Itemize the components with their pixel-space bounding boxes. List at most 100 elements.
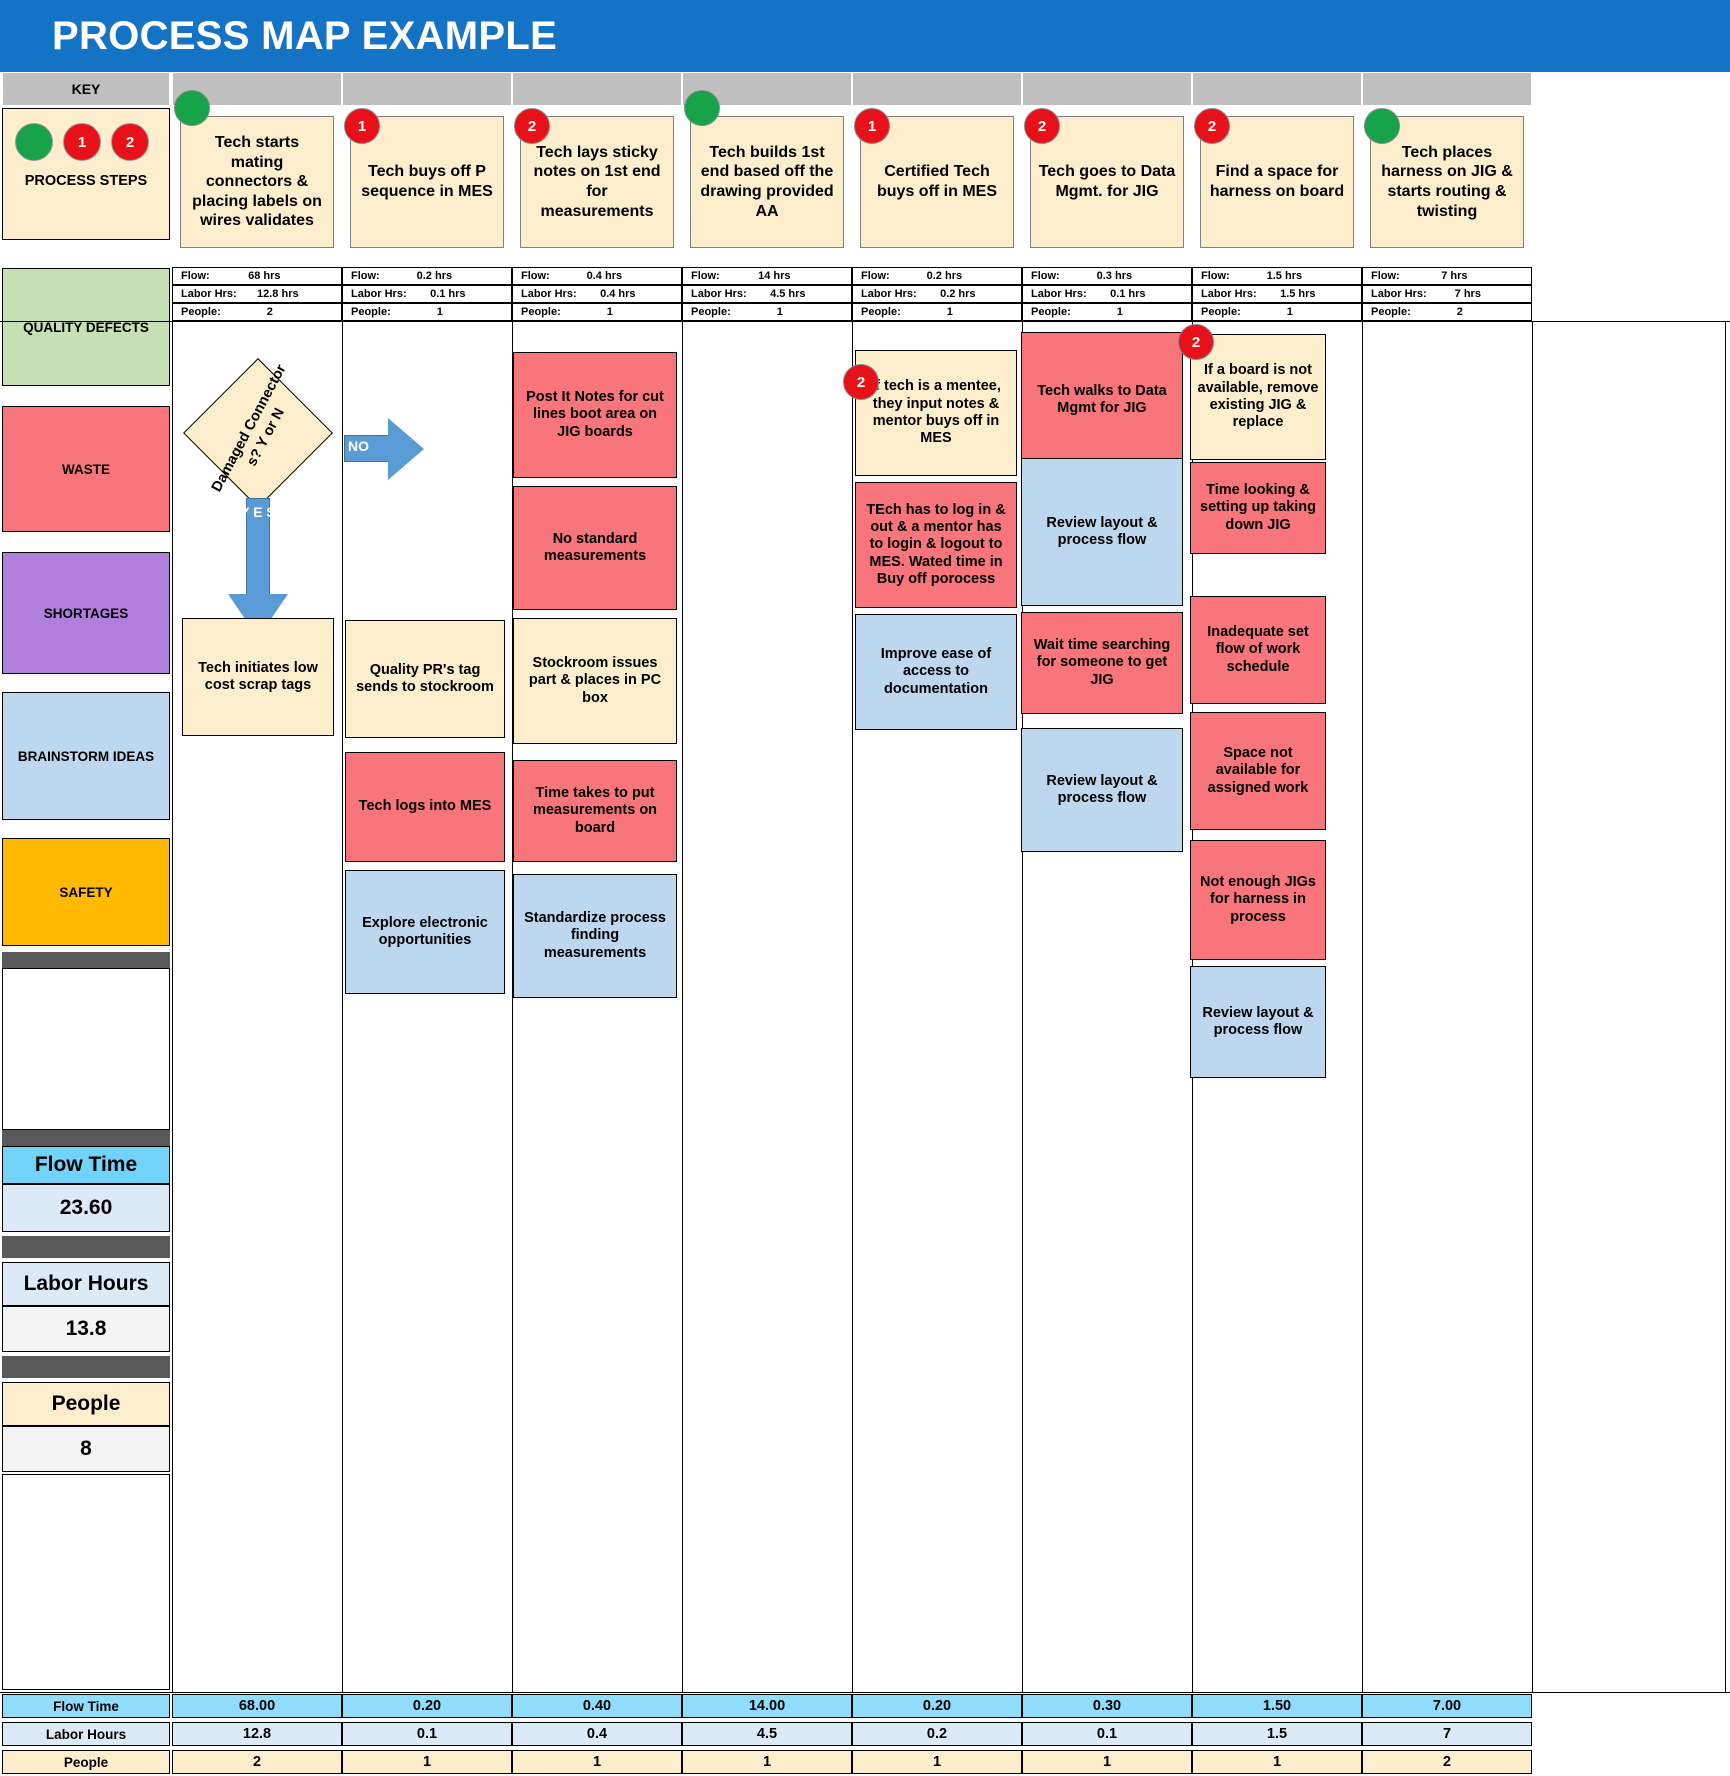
metric-value: 1.5 hrs xyxy=(1266,270,1303,282)
process-step-label: Tech builds 1st end based off the drawin… xyxy=(700,143,834,220)
sticky-note-text: Standardize process finding measurements xyxy=(524,909,666,961)
metric-flow-col-1: Flow: 0.2 hrs xyxy=(342,267,512,285)
totals-cell-r1-c1: 0.1 xyxy=(342,1722,512,1746)
step-badge-5: 2 xyxy=(1024,108,1060,144)
metric-label: People: xyxy=(691,306,731,318)
legend-divider-0 xyxy=(2,952,170,968)
metric-value: 1 xyxy=(436,306,443,318)
metric-label: People: xyxy=(181,306,221,318)
sticky-note-col6-2[interactable]: Inadequate set flow of work schedule xyxy=(1190,596,1326,704)
metric-labor-col-1: Labor Hrs: 0.1 hrs xyxy=(342,285,512,303)
metric-flow-col-5: Flow: 0.3 hrs xyxy=(1022,267,1192,285)
sticky-note-col1-2[interactable]: Explore electronic opportunities xyxy=(345,870,505,994)
metric-value: 0.4 hrs xyxy=(600,288,636,300)
metric-flow-col-4: Flow: 0.2 hrs xyxy=(852,267,1022,285)
process-map-page: PROCESS MAP EXAMPLE KEY 1 2 PROCESS STEP… xyxy=(0,0,1730,1776)
summary-divider-2 xyxy=(2,1356,170,1378)
totals-cell-r0-c1: 0.20 xyxy=(342,1694,512,1718)
sticky-note-text: If a board is not available, remove exis… xyxy=(1197,362,1319,431)
key-box: 1 2 PROCESS STEPS xyxy=(2,108,170,240)
sticky-note-text: Not enough JIGs for harness in process xyxy=(1200,873,1316,925)
sticky-note-col5-1[interactable]: Review layout & process flow xyxy=(1021,458,1183,606)
sticky-note-col2_left-3[interactable]: Time takes to put measurements on board xyxy=(513,760,677,862)
sticky-note-col4-2[interactable]: Improve ease of access to documentation xyxy=(855,614,1017,730)
sticky-note-badge-col6-0: 2 xyxy=(1178,324,1214,360)
summary-labor-hours-value: 13.8 xyxy=(2,1306,170,1352)
body-divider-3 xyxy=(682,321,683,1692)
sticky-note-text: TEch has to log in & out & a mentor has … xyxy=(866,501,1006,588)
metric-label: Flow: xyxy=(181,270,210,282)
key-dots: 1 2 xyxy=(15,123,149,161)
metric-value: 2 xyxy=(1456,306,1463,318)
totals-cell-r0-c4: 0.20 xyxy=(852,1694,1022,1718)
totals-cell-r2-c7: 2 xyxy=(1362,1750,1532,1774)
metric-label: People: xyxy=(521,306,561,318)
metric-labor-col-7: Labor Hrs: 7 hrs xyxy=(1362,285,1532,303)
sticky-note-col2_left-1[interactable]: No standard measurements xyxy=(513,486,677,610)
totals-cell-r2-c0: 2 xyxy=(172,1750,342,1774)
sticky-note-col0-0[interactable]: Tech initiates low cost scrap tags xyxy=(182,618,334,736)
metric-label: People: xyxy=(1371,306,1411,318)
legend-divider-1 xyxy=(2,1130,170,1146)
process-step-box-3[interactable]: Tech builds 1st end based off the drawin… xyxy=(690,116,844,248)
sticky-note-col4-1[interactable]: TEch has to log in & out & a mentor has … xyxy=(855,482,1017,608)
totals-cell-r2-c5: 1 xyxy=(1022,1750,1192,1774)
sticky-note-col6-5[interactable]: Review layout & process flow xyxy=(1190,966,1326,1078)
process-step-label: Tech starts mating connectors & placing … xyxy=(192,134,322,230)
sticky-note-text: No standard measurements xyxy=(543,530,647,564)
summary-people-value: 8 xyxy=(2,1426,170,1472)
legend-blank-cell xyxy=(2,968,170,1130)
metric-value: 2 xyxy=(266,306,273,318)
metric-value: 0.2 hrs xyxy=(926,270,963,282)
sticky-note-text: Tech initiates low cost scrap tags xyxy=(198,659,318,693)
decision-diamond: Damaged Connector s? Y or N xyxy=(183,358,333,508)
metric-label: Labor Hrs: xyxy=(181,288,237,300)
metric-people-col-6: People: 1 xyxy=(1192,303,1362,321)
sticky-note-col6-3[interactable]: Space not available for assigned work xyxy=(1190,712,1326,830)
sticky-note-col2_left-4[interactable]: Standardize process finding measurements xyxy=(513,874,677,998)
sticky-note-col2_left-2[interactable]: Stockroom issues part & places in PC box xyxy=(513,618,677,744)
metric-label: Labor Hrs: xyxy=(521,288,577,300)
metric-people-col-0: People: 2 xyxy=(172,303,342,321)
sticky-note-col1-0[interactable]: Quality PR's tag sends to stockroom xyxy=(345,620,505,738)
column-header-7 xyxy=(1362,72,1532,106)
sticky-note-text: Stockroom issues part & places in PC box xyxy=(528,654,662,706)
sticky-note-col6-4[interactable]: Not enough JIGs for harness in process xyxy=(1190,840,1326,960)
sticky-note-col1-1[interactable]: Tech logs into MES xyxy=(345,752,505,862)
metric-label: Labor Hrs: xyxy=(861,288,917,300)
sticky-note-col5-3[interactable]: Review layout & process flow xyxy=(1021,728,1183,852)
metric-value: 68 hrs xyxy=(248,270,281,282)
metric-label: Flow: xyxy=(1201,270,1230,282)
metric-labor-col-0: Labor Hrs: 12.8 hrs xyxy=(172,285,342,303)
totals-row-label-2: People xyxy=(2,1750,170,1774)
sticky-note-col6-1[interactable]: Time looking & setting up taking down JI… xyxy=(1190,462,1326,554)
sticky-note-col5-2[interactable]: Wait time searching for someone to get J… xyxy=(1021,612,1183,714)
metric-label: Labor Hrs: xyxy=(691,288,747,300)
metric-value: 0.4 hrs xyxy=(586,270,623,282)
sticky-note-text: Inadequate set flow of work schedule xyxy=(1207,623,1309,675)
process-step-box-0[interactable]: Tech starts mating connectors & placing … xyxy=(180,116,334,248)
body-divider-1 xyxy=(342,321,343,1692)
metric-label: Flow: xyxy=(691,270,720,282)
sticky-note-text: Wait time searching for someone to get J… xyxy=(1033,636,1171,688)
sticky-note-col6-0[interactable]: If a board is not available, remove exis… xyxy=(1190,334,1326,460)
summary-flow-time-label: Flow Time xyxy=(2,1146,170,1184)
totals-cell-r2-c2: 1 xyxy=(512,1750,682,1774)
metric-value: 1 xyxy=(776,306,783,318)
sticky-note-badge-col4-0: 2 xyxy=(843,364,879,400)
body-divider-0 xyxy=(172,321,173,1692)
sticky-note-col4-0[interactable]: If tech is a mentee, they input notes & … xyxy=(855,350,1017,476)
sticky-note-col2_left-0[interactable]: Post It Notes for cut lines boot area on… xyxy=(513,352,677,478)
metric-value: 7 hrs xyxy=(1441,270,1468,282)
key-label: PROCESS STEPS xyxy=(24,173,148,189)
totals-cell-r1-c3: 4.5 xyxy=(682,1722,852,1746)
metric-flow-col-7: Flow: 7 hrs xyxy=(1362,267,1532,285)
summary-labor-hours-label: Labor Hours xyxy=(2,1262,170,1306)
sticky-note-col5-0[interactable]: Tech walks to Data Mgmt for JIG xyxy=(1021,332,1183,468)
sticky-note-text: Time looking & setting up taking down JI… xyxy=(1200,481,1316,533)
step-badge-1: 1 xyxy=(344,108,380,144)
metric-label: People: xyxy=(861,306,901,318)
no-label: NO xyxy=(348,438,369,454)
metric-value: 1.5 hrs xyxy=(1280,288,1316,300)
metric-label: Labor Hrs: xyxy=(1201,288,1257,300)
